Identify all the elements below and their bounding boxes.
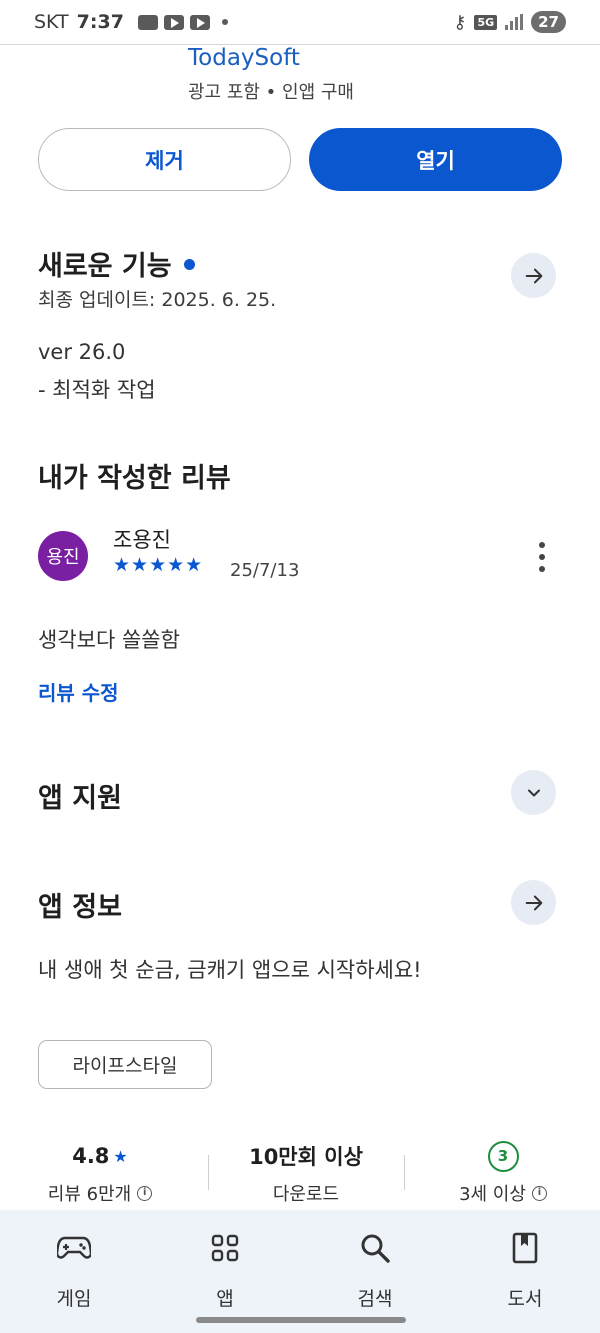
avatar: 용진 — [38, 531, 88, 581]
review-text: 생각보다 쏠쏠함 — [38, 628, 180, 652]
remove-button[interactable]: 제거 — [38, 128, 291, 191]
age-rating-badge: 3 — [487, 1140, 519, 1172]
version-text: ver 26.0 — [38, 340, 126, 364]
nav-books[interactable]: 도서 — [465, 1228, 585, 1311]
app-info-title[interactable]: 앱 정보 — [38, 885, 122, 924]
signal-icon — [505, 14, 524, 30]
more-options-icon[interactable] — [538, 542, 546, 572]
reviews-count: 리뷰 6만개 — [47, 1184, 132, 1205]
home-indicator[interactable] — [196, 1317, 406, 1323]
reviewer-name: 조용진 — [113, 528, 171, 552]
nav-search-label: 검색 — [357, 1288, 393, 1310]
youtube-notification-icon — [189, 14, 210, 30]
age-rating-label: 3세 이상 — [459, 1184, 526, 1205]
book-icon — [512, 1228, 538, 1268]
nav-games[interactable]: 게임 — [14, 1228, 134, 1311]
vpn-key-icon: ⚷ — [453, 11, 467, 33]
last-updated: 최종 업데이트: 2025. 6. 25. — [38, 289, 277, 311]
app-info-arrow-button[interactable] — [511, 880, 556, 925]
release-notes: - 최적화 작업 — [38, 378, 156, 402]
gamepad-icon — [57, 1228, 91, 1268]
developer-link[interactable]: TodaySoft — [188, 45, 300, 71]
my-review-title: 내가 작성한 리뷰 — [38, 463, 231, 494]
review-stars: ★★★★★ — [113, 554, 204, 576]
app-meta: 광고 포함 • 인앱 구매 — [188, 82, 354, 103]
star-icon: ★ — [113, 1146, 128, 1166]
edit-review-link[interactable]: 리뷰 수정 — [38, 677, 119, 706]
downloads-stat: 10만회 이상 다운로드 — [206, 1140, 406, 1206]
app-support-expand-button[interactable] — [511, 770, 556, 815]
rating-value: 4.8 — [72, 1144, 110, 1168]
app-support-title[interactable]: 앱 지원 — [38, 776, 122, 815]
clock: 7:37 — [76, 11, 124, 33]
nav-games-label: 게임 — [56, 1288, 92, 1310]
search-icon — [359, 1228, 391, 1268]
info-icon[interactable]: i — [137, 1185, 153, 1201]
game-notification-icon — [137, 14, 158, 30]
whats-new-title-text: 새로운 기능 — [38, 251, 172, 282]
network-type: 5G — [474, 14, 498, 30]
downloads-label: 다운로드 — [272, 1184, 340, 1205]
battery-indicator: 27 — [531, 11, 566, 33]
youtube-notification-icon — [163, 14, 184, 30]
review-date: 25/7/13 — [230, 560, 300, 581]
whats-new-title: 새로운 기능 — [38, 244, 195, 283]
more-notifications-icon — [221, 19, 228, 25]
new-dot-icon — [183, 259, 195, 270]
downloads-value: 10만회 이상 — [249, 1145, 363, 1169]
nav-apps-label: 앱 — [216, 1288, 234, 1310]
divider — [0, 44, 600, 45]
apps-grid-icon — [211, 1228, 239, 1268]
open-button[interactable]: 열기 — [309, 128, 562, 191]
arrow-right-icon — [525, 895, 542, 910]
arrow-right-icon — [525, 268, 542, 283]
nav-apps[interactable]: 앱 — [165, 1228, 285, 1311]
info-icon[interactable]: i — [531, 1185, 547, 1201]
age-rating-stat: 3 3세 이상 i — [403, 1140, 600, 1206]
category-chip[interactable]: 라이프스타일 — [38, 1040, 212, 1089]
app-description: 내 생애 첫 순금, 금캐기 앱으로 시작하세요! — [38, 958, 422, 982]
status-bar: SKT 7:37 ⚷ 5G 27 — [0, 0, 600, 44]
bottom-navigation: 게임 앱 검색 도서 — [0, 1210, 600, 1333]
nav-search[interactable]: 검색 — [315, 1228, 435, 1311]
whats-new-arrow-button[interactable] — [511, 253, 556, 298]
rating-stat: 4.8 ★ 리뷰 6만개 i — [0, 1140, 200, 1206]
nav-books-label: 도서 — [507, 1288, 543, 1310]
carrier-label: SKT — [34, 11, 69, 33]
chevron-down-icon — [527, 789, 540, 796]
